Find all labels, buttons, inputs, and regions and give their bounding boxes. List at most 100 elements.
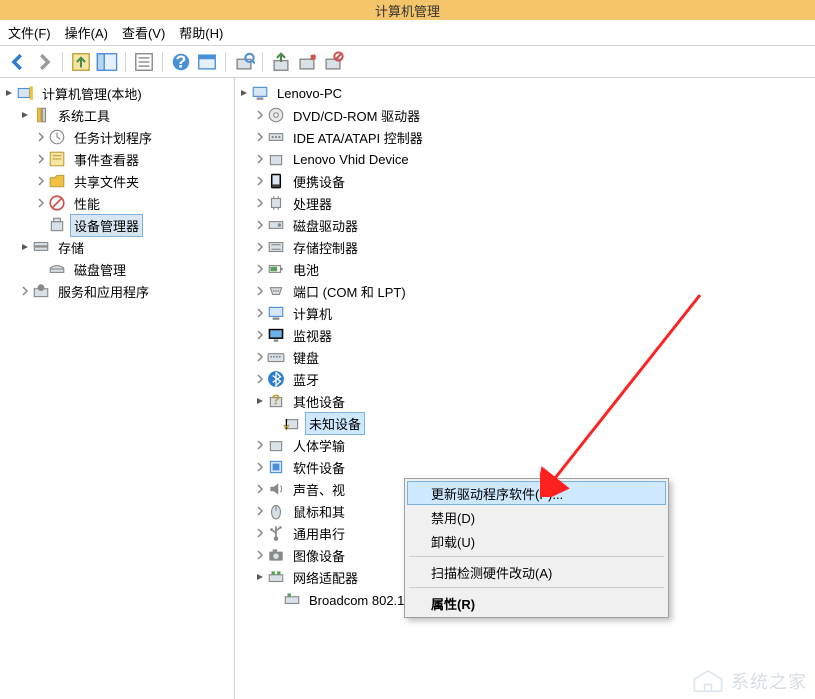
device-keyboard[interactable]: 键盘 xyxy=(235,346,815,368)
device-ide[interactable]: IDE ATA/ATAPI 控制器 xyxy=(235,126,815,148)
tree-disk-management[interactable]: 磁盘管理 xyxy=(0,258,234,280)
expand-icon[interactable] xyxy=(253,372,267,386)
expand-icon[interactable] xyxy=(18,284,32,298)
expand-icon[interactable] xyxy=(253,350,267,364)
device-software[interactable]: 软件设备 xyxy=(235,456,815,478)
expand-icon[interactable] xyxy=(253,460,267,474)
expand-icon[interactable] xyxy=(253,130,267,144)
device-other-devices[interactable]: ? 其他设备 xyxy=(235,390,815,412)
expand-icon[interactable] xyxy=(253,196,267,210)
tree-device-manager[interactable]: 设备管理器 xyxy=(0,214,234,236)
context-menu: 更新驱动程序软件(P)... 禁用(D) 卸载(U) 扫描检测硬件改动(A) 属… xyxy=(404,478,669,618)
context-disable[interactable]: 禁用(D) xyxy=(407,505,666,529)
context-menu-separator xyxy=(409,556,664,557)
device-computer[interactable]: 计算机 xyxy=(235,302,815,324)
tree-event-viewer[interactable]: 事件查看器 xyxy=(0,148,234,170)
tree-label: 服务和应用程序 xyxy=(54,280,153,303)
menu-view[interactable]: 查看(V) xyxy=(122,23,165,42)
keyboard-icon xyxy=(267,348,285,366)
expand-icon[interactable] xyxy=(253,218,267,232)
window-title: 计算机管理 xyxy=(375,1,440,20)
expand-icon[interactable] xyxy=(253,174,267,188)
mouse-icon xyxy=(267,502,285,520)
device-vhid[interactable]: Lenovo Vhid Device xyxy=(235,148,815,170)
tree-label: 未知设备 xyxy=(305,412,365,435)
collapse-icon[interactable] xyxy=(2,86,16,100)
tree-shared-folders[interactable]: 共享文件夹 xyxy=(0,170,234,192)
help-button[interactable]: ? xyxy=(169,50,193,74)
device-portable[interactable]: 便携设备 xyxy=(235,170,815,192)
device-icon xyxy=(267,150,285,168)
expand-icon[interactable] xyxy=(253,526,267,540)
expand-icon[interactable] xyxy=(253,482,267,496)
back-button[interactable] xyxy=(6,50,30,74)
titlebar: 计算机管理 xyxy=(0,0,815,20)
update-driver-button[interactable] xyxy=(269,50,293,74)
software-device-icon xyxy=(267,458,285,476)
collapse-icon[interactable] xyxy=(18,240,32,254)
tree-label: 图像设备 xyxy=(289,544,349,567)
imaging-icon xyxy=(267,546,285,564)
expand-icon[interactable] xyxy=(253,504,267,518)
collapse-icon[interactable] xyxy=(18,108,32,122)
scan-button[interactable] xyxy=(232,50,256,74)
uninstall-button[interactable] xyxy=(295,50,319,74)
device-ports[interactable]: 端口 (COM 和 LPT) xyxy=(235,280,815,302)
expand-icon[interactable] xyxy=(253,108,267,122)
tree-label: Lenovo Vhid Device xyxy=(289,150,413,169)
svg-text:!: ! xyxy=(284,417,288,432)
expand-icon[interactable] xyxy=(253,548,267,562)
device-dvd[interactable]: DVD/CD-ROM 驱动器 xyxy=(235,104,815,126)
expand-icon[interactable] xyxy=(253,240,267,254)
menu-help[interactable]: 帮助(H) xyxy=(179,23,223,42)
device-hid[interactable]: 人体学输 xyxy=(235,434,815,456)
expand-icon[interactable] xyxy=(253,328,267,342)
up-button[interactable] xyxy=(69,50,93,74)
expand-icon[interactable] xyxy=(34,152,48,166)
device-disk-drives[interactable]: 磁盘驱动器 xyxy=(235,214,815,236)
network-adapter-icon xyxy=(283,590,301,608)
device-bluetooth[interactable]: 蓝牙 xyxy=(235,368,815,390)
tree-root-computer-management[interactable]: 计算机管理(本地) xyxy=(0,82,234,104)
tree-storage[interactable]: 存储 xyxy=(0,236,234,258)
collapse-icon[interactable] xyxy=(237,86,251,100)
context-update-driver[interactable]: 更新驱动程序软件(P)... xyxy=(407,481,666,505)
tree-performance[interactable]: 性能 xyxy=(0,192,234,214)
computer-icon xyxy=(251,84,269,102)
context-uninstall[interactable]: 卸载(U) xyxy=(407,529,666,553)
device-storage-ctrl[interactable]: 存储控制器 xyxy=(235,236,815,258)
device-monitor[interactable]: 监视器 xyxy=(235,324,815,346)
expand-icon[interactable] xyxy=(253,284,267,298)
bluetooth-icon xyxy=(267,370,285,388)
properties-button[interactable] xyxy=(132,50,156,74)
tree-system-tools[interactable]: 系统工具 xyxy=(0,104,234,126)
disable-button[interactable] xyxy=(321,50,345,74)
storage-icon xyxy=(32,238,50,256)
show-hide-tree-button[interactable] xyxy=(95,50,119,74)
expand-icon[interactable] xyxy=(253,262,267,276)
menu-file[interactable]: 文件(F) xyxy=(8,23,51,42)
expand-icon[interactable] xyxy=(253,306,267,320)
context-properties[interactable]: 属性(R) xyxy=(407,591,666,615)
toolbar-separator xyxy=(125,52,126,72)
tree-label: 通用串行 xyxy=(289,522,349,545)
device-root[interactable]: Lenovo-PC xyxy=(235,82,815,104)
expand-icon[interactable] xyxy=(34,130,48,144)
menu-action[interactable]: 操作(A) xyxy=(65,23,108,42)
device-battery[interactable]: 电池 xyxy=(235,258,815,280)
context-scan[interactable]: 扫描检测硬件改动(A) xyxy=(407,560,666,584)
collapse-icon[interactable] xyxy=(253,394,267,408)
device-processor[interactable]: 处理器 xyxy=(235,192,815,214)
expand-icon[interactable] xyxy=(253,152,267,166)
computer-icon xyxy=(267,304,285,322)
tree-task-scheduler[interactable]: 任务计划程序 xyxy=(0,126,234,148)
device-unknown[interactable]: ! 未知设备 xyxy=(235,412,815,434)
forward-button[interactable] xyxy=(32,50,56,74)
collapse-icon[interactable] xyxy=(253,570,267,584)
expand-icon[interactable] xyxy=(253,438,267,452)
action-button[interactable] xyxy=(195,50,219,74)
expand-icon[interactable] xyxy=(34,174,48,188)
menu-item-label: 扫描检测硬件改动(A) xyxy=(431,563,552,582)
expand-icon[interactable] xyxy=(34,196,48,210)
tree-services-apps[interactable]: 服务和应用程序 xyxy=(0,280,234,302)
